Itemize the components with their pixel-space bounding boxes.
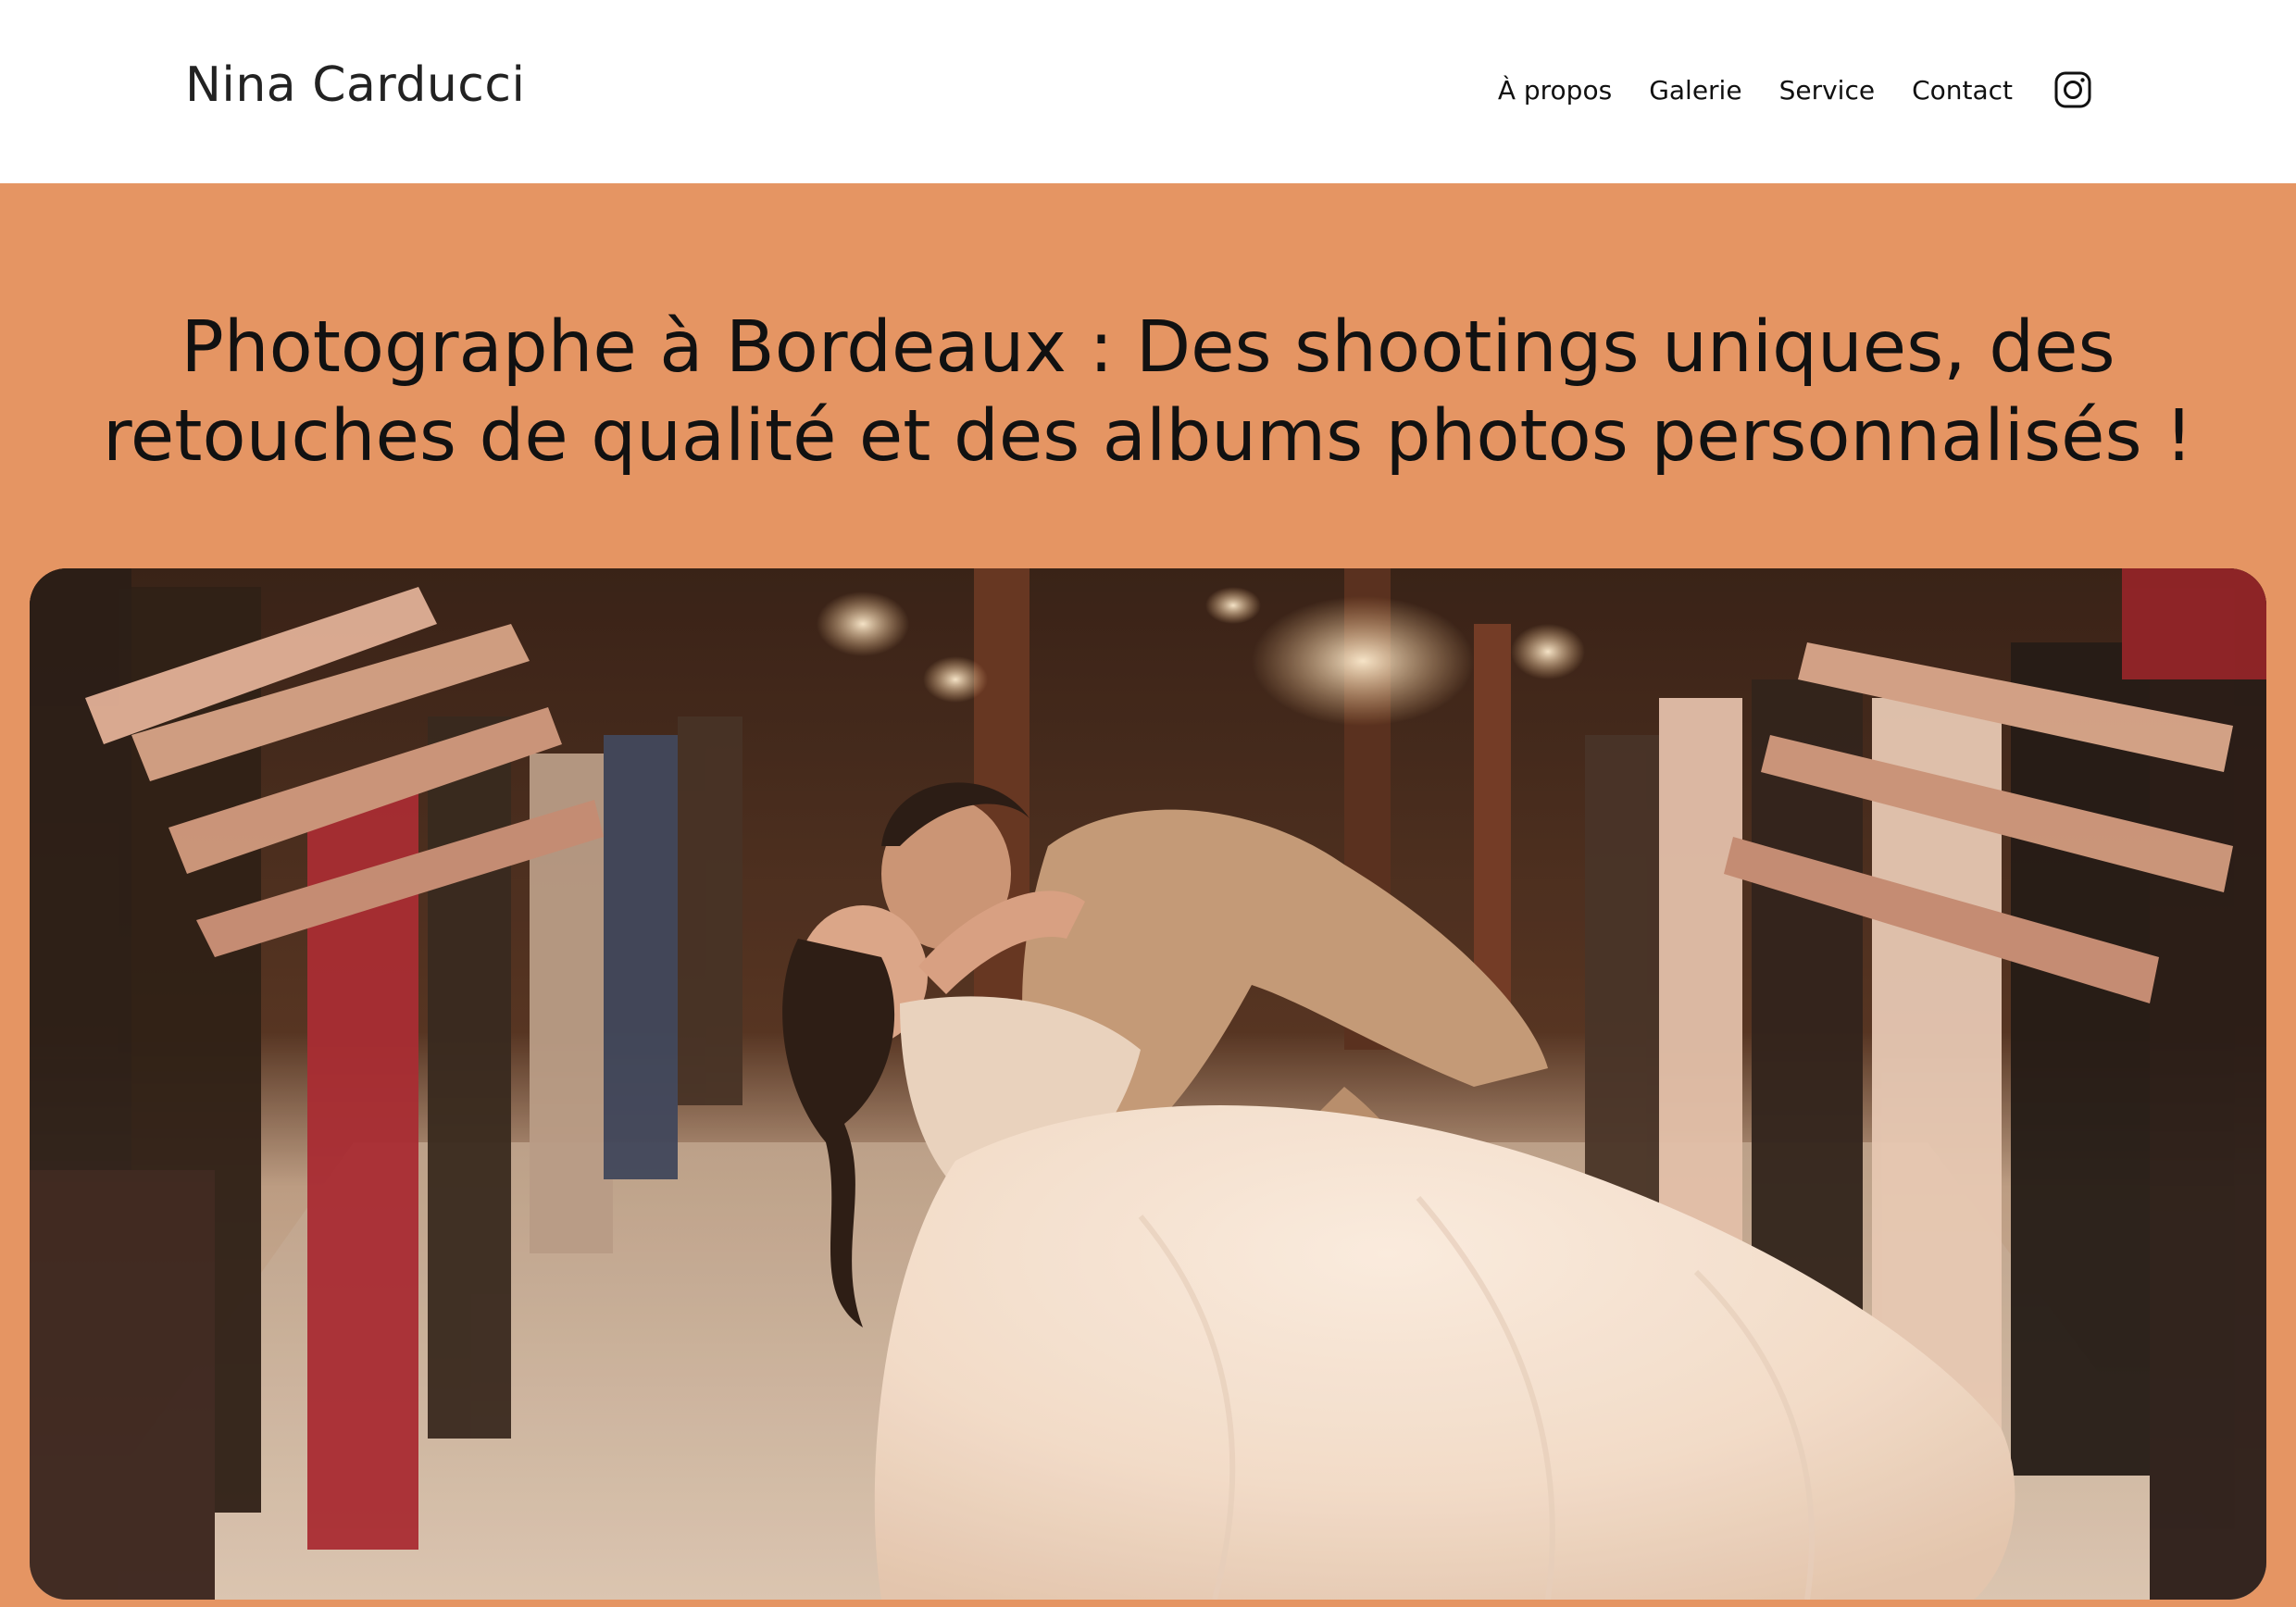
instagram-icon[interactable]: [2052, 69, 2094, 111]
hero-section: Photographe à Bordeaux : Des shootings u…: [0, 183, 2296, 1607]
hero-image: [30, 568, 2266, 1600]
hero-title: Photographe à Bordeaux : Des shootings u…: [102, 306, 2194, 478]
wedding-photo: [30, 568, 2266, 1600]
nav-link-galerie[interactable]: Galerie: [1649, 75, 1741, 106]
site-brand[interactable]: Nina Carducci: [185, 57, 525, 113]
nav-link-service[interactable]: Service: [1779, 75, 1875, 106]
site-header: Nina Carducci À propos Galerie Service C…: [0, 0, 2296, 183]
nav-link-a-propos[interactable]: À propos: [1498, 75, 1612, 106]
nav-link-contact[interactable]: Contact: [1912, 75, 2013, 106]
main-nav: À propos Galerie Service Contact: [1498, 69, 2094, 111]
